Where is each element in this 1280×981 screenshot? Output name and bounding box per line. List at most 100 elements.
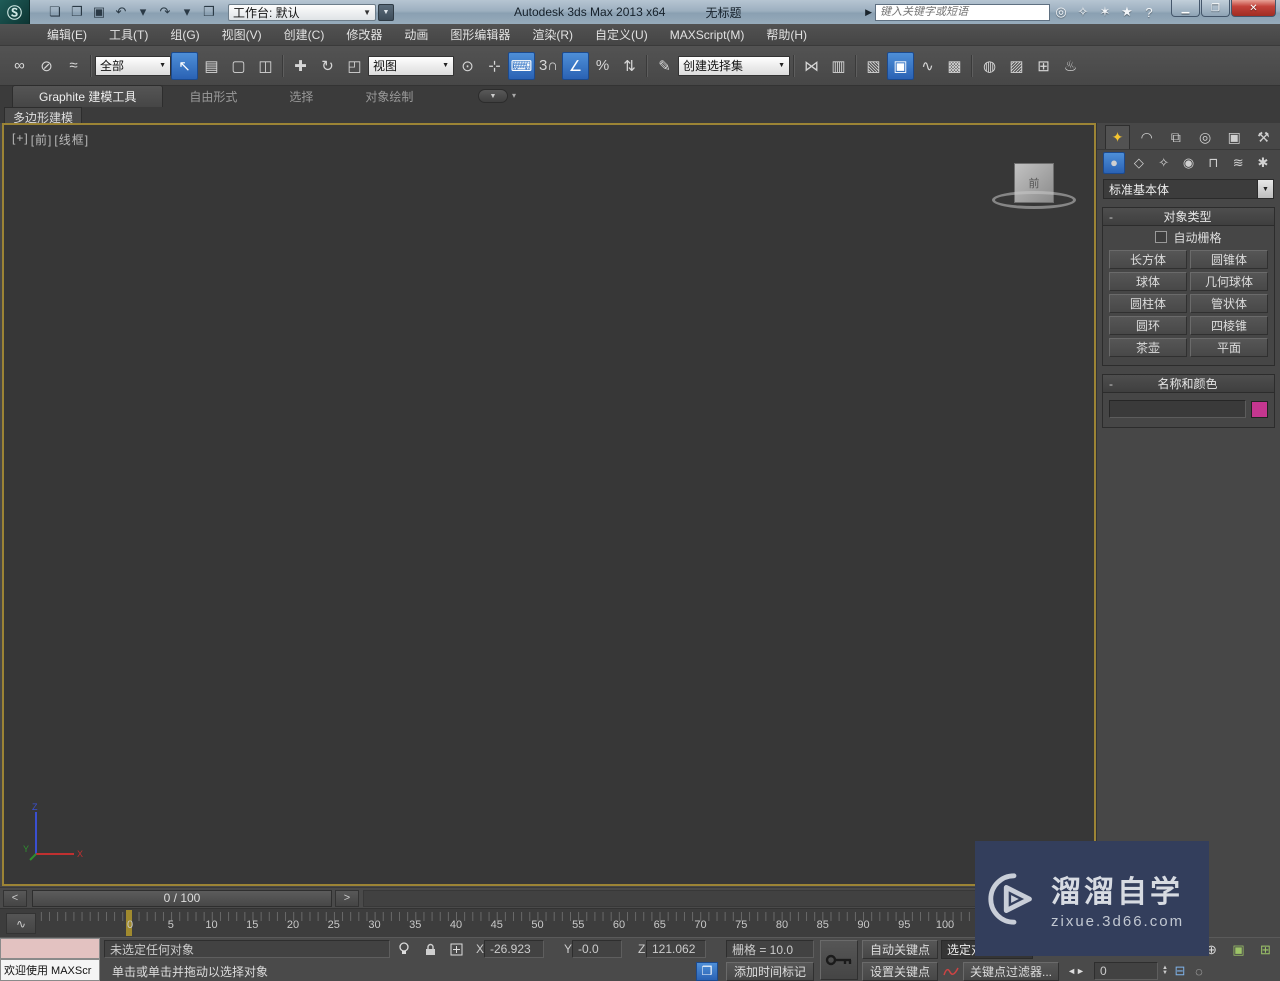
object-color-swatch[interactable] — [1251, 400, 1268, 418]
curve-editor-icon[interactable]: ∿ — [914, 52, 941, 80]
menu-item[interactable]: 动画 — [393, 24, 439, 46]
adaptive-degradation-icon[interactable] — [394, 940, 414, 959]
graphite-ribbon-toggle-icon[interactable]: ▣ — [887, 51, 914, 80]
dope-sheet-icon[interactable]: ▩ — [941, 52, 968, 80]
tab-object-paint[interactable]: 对象绘制 — [339, 86, 439, 107]
cube-toggle-icon[interactable]: ❒ — [696, 961, 718, 981]
save-file-icon[interactable]: ▣ — [89, 3, 109, 21]
cat-shapes-icon[interactable]: ◇ — [1128, 152, 1150, 174]
mini-curve-editor-button[interactable]: ∿ — [6, 913, 36, 934]
named-selection-sets-dropdown[interactable]: 创建选择集 — [678, 55, 790, 76]
rendered-frame-icon[interactable]: ⊞ — [1030, 52, 1057, 80]
layer-manager-icon[interactable]: ▧ — [860, 52, 887, 80]
object-type-button[interactable]: 圆环 — [1109, 316, 1187, 335]
object-type-button[interactable]: 圆锥体 — [1190, 250, 1268, 269]
percent-snap-icon[interactable]: % — [589, 52, 616, 80]
object-type-button[interactable]: 几何球体 — [1190, 272, 1268, 291]
frame-spinner[interactable]: ▲ ▼ — [1162, 965, 1168, 976]
keyboard-shortcut-override-icon[interactable]: ⌨ — [508, 51, 535, 80]
search-input[interactable] — [880, 6, 1045, 18]
object-type-button[interactable]: 长方体 — [1109, 250, 1187, 269]
close-button[interactable]: ✕ — [1231, 0, 1276, 17]
geometry-type-dropdown[interactable]: 标准基本体 ▼ — [1103, 179, 1274, 199]
new-file-icon[interactable]: ❏ — [45, 3, 65, 21]
selection-lock-icon[interactable] — [420, 940, 440, 959]
tab-motion-icon[interactable]: ◎ — [1193, 125, 1218, 149]
new-key-curve-icon[interactable] — [941, 962, 961, 981]
max-logo-button[interactable]: Ⓢ — [0, 0, 30, 24]
mirror-icon[interactable]: ⋈ — [798, 52, 825, 80]
name-color-rollout-header[interactable]: - 名称和颜色 — [1103, 375, 1274, 393]
align-icon[interactable]: ▥ — [825, 52, 852, 80]
object-type-button[interactable]: 四棱锥 — [1190, 316, 1268, 335]
open-file-icon[interactable]: ❐ — [67, 3, 87, 21]
tab-graphite[interactable]: Graphite 建模工具 — [12, 85, 164, 107]
key-filters-button[interactable]: 关键点过滤器... — [963, 961, 1059, 981]
select-and-move-icon[interactable]: ✚ — [287, 52, 314, 80]
set-keys-button[interactable] — [820, 940, 858, 980]
maxscript-mini-listener-pink[interactable] — [0, 938, 100, 959]
sign-in-key-icon[interactable]: ✧ — [1072, 3, 1094, 21]
zoom-extents-all-icon[interactable]: ⊞ — [1255, 940, 1276, 959]
material-editor-icon[interactable]: ◍ — [976, 52, 1003, 80]
bind-to-space-warp-icon[interactable]: ≈ — [60, 52, 87, 80]
help-icon[interactable]: ? — [1138, 3, 1160, 21]
x-coordinate-field[interactable]: -26.923 — [484, 940, 544, 958]
select-object-icon[interactable]: ↖ — [171, 51, 198, 80]
absolute-mode-icon[interactable] — [446, 940, 466, 959]
workspace-menu-button[interactable]: ▼ — [378, 3, 394, 21]
menu-item[interactable]: 工具(T) — [98, 24, 159, 46]
cat-systems-icon[interactable]: ✱ — [1252, 152, 1274, 174]
window-crossing-icon[interactable]: ◫ — [252, 52, 279, 80]
project-folder-icon[interactable]: ❒ — [199, 3, 219, 21]
redo-icon[interactable]: ↷ — [155, 3, 175, 21]
rectangular-selection-region-icon[interactable]: ▢ — [225, 52, 252, 80]
viewport-label-part[interactable]: [前] — [31, 131, 53, 148]
select-by-name-icon[interactable]: ▤ — [198, 52, 225, 80]
zoom-extents-icon[interactable]: ▣ — [1228, 940, 1249, 959]
angle-snap-icon[interactable]: ∠ — [562, 51, 589, 80]
use-pivot-center-icon[interactable]: ⊙ — [454, 52, 481, 80]
subtab-polygon-modeling[interactable]: 多边形建模 — [4, 107, 83, 125]
cat-helpers-icon[interactable]: ⊓ — [1202, 152, 1224, 174]
menu-item[interactable]: 修改器 — [335, 24, 393, 46]
search-flyout-icon[interactable]: ▶ — [865, 7, 872, 18]
object-name-input[interactable] — [1109, 400, 1246, 418]
spinner-snap-icon[interactable]: ⇅ — [616, 52, 643, 80]
viewcube-compass-ring[interactable] — [992, 191, 1076, 209]
previous-frame-button[interactable]: < — [3, 889, 27, 907]
menu-item[interactable]: MAXScript(M) — [659, 24, 756, 46]
object-type-button[interactable]: 茶壶 — [1109, 338, 1187, 357]
workspace-dropdown[interactable]: 工作台: 默认 ▼ — [228, 3, 376, 21]
key-mode-toggle-icon[interactable]: ⊟ — [1172, 962, 1188, 981]
current-frame-field[interactable]: 0 — [1094, 962, 1158, 980]
tab-utilities-icon[interactable]: ⚒ — [1251, 125, 1276, 149]
cat-cameras-icon[interactable]: ◉ — [1177, 152, 1199, 174]
object-type-button[interactable]: 平面 — [1190, 338, 1268, 357]
cat-lights-icon[interactable]: ✧ — [1153, 152, 1175, 174]
menu-item[interactable]: 组(G) — [159, 24, 210, 46]
menu-item[interactable]: 图形编辑器 — [439, 24, 521, 46]
edit-named-selection-sets-icon[interactable]: ✎ — [651, 52, 678, 80]
ribbon-minimize-arrow[interactable]: ▾ — [512, 91, 516, 100]
undo-dropdown-arrow[interactable]: ▾ — [133, 3, 153, 21]
tab-modify-icon[interactable]: ◠ — [1134, 125, 1159, 149]
tab-display-icon[interactable]: ▣ — [1222, 125, 1247, 149]
tab-selection[interactable]: 选择 — [263, 86, 339, 107]
object-type-button[interactable]: 管状体 — [1190, 294, 1268, 313]
unlink-selection-icon[interactable]: ⊘ — [33, 52, 60, 80]
menu-item[interactable]: 视图(V) — [211, 24, 273, 46]
select-and-scale-icon[interactable]: ◰ — [341, 52, 368, 80]
communication-center-icon[interactable]: ✶ — [1094, 3, 1116, 21]
undo-icon[interactable]: ↶ — [111, 3, 131, 21]
redo-dropdown-arrow[interactable]: ▾ — [177, 3, 197, 21]
select-and-rotate-icon[interactable]: ↻ — [314, 52, 341, 80]
menu-item[interactable]: 渲染(R) — [521, 24, 584, 46]
selection-region-cycle-icon[interactable]: ◌ — [1191, 962, 1207, 981]
reference-coordinate-dropdown[interactable]: 视图 — [368, 55, 454, 76]
autogrid-checkbox[interactable] — [1155, 231, 1168, 243]
cat-spacewarps-icon[interactable]: ≋ — [1227, 152, 1249, 174]
favorites-star-icon[interactable]: ★ — [1116, 3, 1138, 21]
viewport-label-part[interactable]: [+] — [12, 131, 29, 148]
time-slider-handle[interactable]: 0 / 100 — [32, 889, 332, 907]
